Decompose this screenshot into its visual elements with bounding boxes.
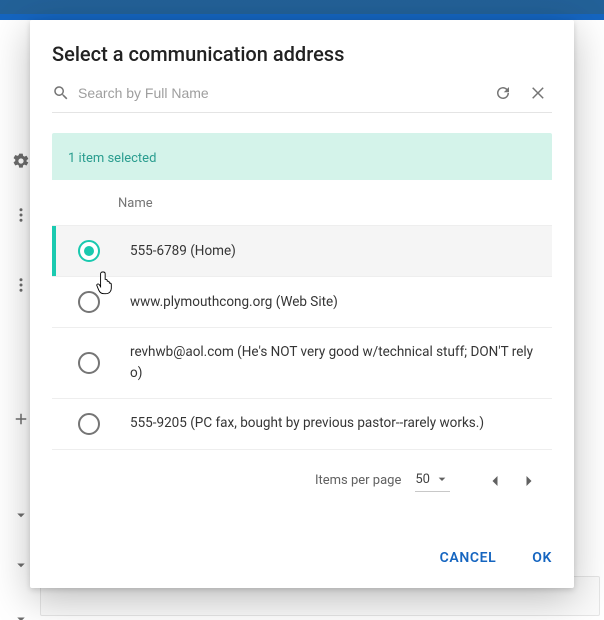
dialog-body: 1 item selected Name 555-6789 (Home) www… bbox=[30, 133, 574, 530]
list-item-label: 555-9205 (PC fax, bought by previous pas… bbox=[130, 413, 484, 434]
next-page-button[interactable] bbox=[512, 464, 546, 498]
dialog-footer: CANCEL OK bbox=[30, 530, 574, 588]
close-icon[interactable] bbox=[526, 80, 552, 106]
column-header-name: Name bbox=[52, 180, 552, 226]
app-header-strip bbox=[0, 0, 604, 14]
search-input[interactable] bbox=[78, 85, 480, 101]
list-item-label: revhwb@aol.com (He's NOT very good w/tec… bbox=[130, 342, 540, 384]
chevron-down-icon[interactable] bbox=[12, 506, 30, 528]
items-per-page-label: Items per page bbox=[315, 473, 401, 488]
radio-button[interactable] bbox=[78, 413, 100, 435]
items-per-page-value: 50 bbox=[415, 472, 430, 487]
list-item[interactable]: revhwb@aol.com (He's NOT very good w/tec… bbox=[52, 328, 552, 399]
search-row bbox=[52, 80, 552, 113]
address-list: 555-6789 (Home) www.plymouthcong.org (We… bbox=[52, 226, 552, 450]
more-vertical-icon[interactable] bbox=[12, 276, 30, 298]
refresh-icon[interactable] bbox=[490, 80, 516, 106]
gear-icon[interactable] bbox=[12, 152, 30, 174]
search-icon bbox=[52, 84, 70, 102]
chevron-down-icon[interactable] bbox=[12, 556, 30, 578]
list-item[interactable]: www.plymouthcong.org (Web Site) bbox=[52, 277, 552, 328]
more-vertical-icon[interactable] bbox=[12, 206, 30, 228]
list-item[interactable]: 555-6789 (Home) bbox=[52, 226, 552, 277]
items-per-page-select[interactable]: 50 bbox=[415, 469, 450, 492]
cancel-button[interactable]: CANCEL bbox=[436, 544, 501, 572]
chevron-down-icon[interactable] bbox=[12, 610, 30, 620]
radio-button[interactable] bbox=[78, 352, 100, 374]
dialog-title: Select a communication address bbox=[30, 20, 574, 80]
dropdown-arrow-icon bbox=[434, 471, 450, 487]
list-item[interactable]: 555-9205 (PC fax, bought by previous pas… bbox=[52, 399, 552, 450]
list-item-label: www.plymouthcong.org (Web Site) bbox=[130, 292, 338, 313]
plus-icon[interactable] bbox=[12, 410, 30, 432]
ok-button[interactable]: OK bbox=[528, 544, 556, 572]
pager: Items per page 50 bbox=[52, 450, 552, 504]
radio-button[interactable] bbox=[78, 240, 100, 262]
list-item-label: 555-6789 (Home) bbox=[130, 241, 236, 262]
prev-page-button[interactable] bbox=[478, 464, 512, 498]
radio-button[interactable] bbox=[78, 291, 100, 313]
select-address-dialog: Select a communication address 1 item se… bbox=[30, 20, 574, 588]
selection-banner: 1 item selected bbox=[52, 133, 552, 180]
